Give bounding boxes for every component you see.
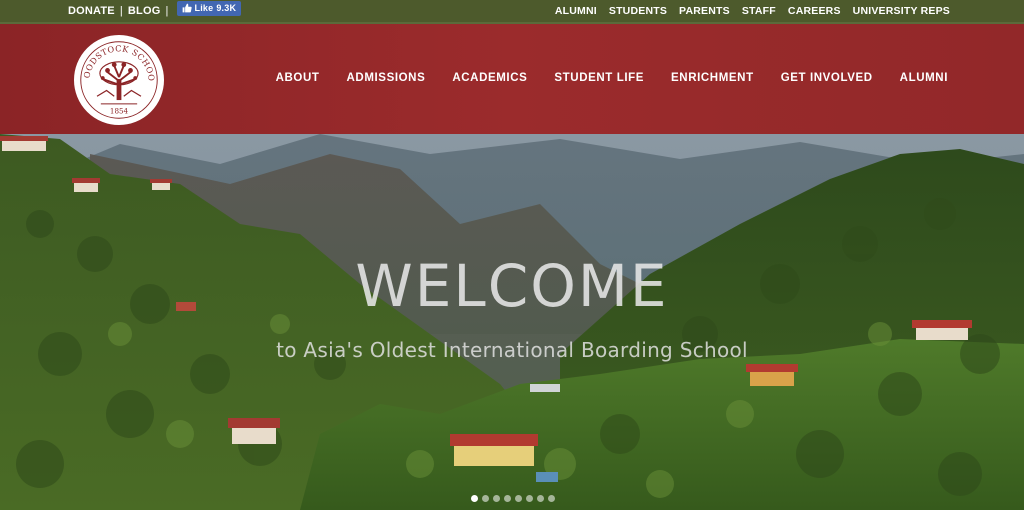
audience-link-students[interactable]: STUDENTS [609, 5, 667, 17]
nav-academics[interactable]: ACADEMICS [452, 72, 527, 84]
site-header: WOODSTOCK SCHOOL 1854 ABOUT ADMISSIONS A… [0, 24, 1024, 134]
thumbs-up-icon [182, 3, 192, 13]
slide-dot-7[interactable] [537, 495, 544, 502]
school-logo[interactable]: WOODSTOCK SCHOOL 1854 [72, 29, 164, 125]
nav-get-involved[interactable]: GET INVOLVED [781, 72, 873, 84]
slide-dot-3[interactable] [493, 495, 500, 502]
nav-enrichment[interactable]: ENRICHMENT [671, 72, 754, 84]
slide-dot-1[interactable] [471, 495, 478, 502]
slide-dot-5[interactable] [515, 495, 522, 502]
hero-slider: WELCOME to Asia's Oldest International B… [0, 134, 1024, 510]
utility-bar: DONATE | BLOG | Like 9.3K ALUMNI STUDENT… [0, 0, 1024, 22]
slide-dot-2[interactable] [482, 495, 489, 502]
audience-link-careers[interactable]: CAREERS [788, 5, 841, 17]
nav-student-life[interactable]: STUDENT LIFE [554, 72, 644, 84]
slide-dot-4[interactable] [504, 495, 511, 502]
nav-alumni[interactable]: ALUMNI [900, 72, 948, 84]
audience-link-staff[interactable]: STAFF [742, 5, 776, 17]
logo-year: 1854 [110, 106, 129, 115]
fb-like-count: 9.3K [216, 3, 237, 13]
utility-left: DONATE | BLOG | Like 9.3K [68, 0, 242, 17]
hero-subheading: to Asia's Oldest International Boarding … [276, 338, 748, 362]
nav-admissions[interactable]: ADMISSIONS [347, 72, 426, 84]
audience-link-parents[interactable]: PARENTS [679, 5, 730, 17]
hero-background-image [0, 134, 1024, 510]
slide-dot-6[interactable] [526, 495, 533, 502]
fb-like-label: Like [194, 3, 214, 13]
hero-heading: WELCOME [355, 252, 669, 320]
tree-crest-icon: WOODSTOCK SCHOOL 1854 [72, 29, 161, 122]
donate-link[interactable]: DONATE [68, 5, 115, 17]
nav-about[interactable]: ABOUT [276, 72, 320, 84]
slider-pagination [471, 495, 555, 502]
separator: | [165, 5, 169, 17]
separator: | [119, 5, 123, 17]
audience-nav: ALUMNI STUDENTS PARENTS STAFF CAREERS UN… [555, 5, 950, 17]
audience-link-alumni[interactable]: ALUMNI [555, 5, 597, 17]
audience-link-university-reps[interactable]: UNIVERSITY REPS [853, 5, 950, 17]
facebook-like-button[interactable]: Like 9.3K [176, 0, 242, 16]
slide-dot-8[interactable] [548, 495, 555, 502]
main-nav: ABOUT ADMISSIONS ACADEMICS STUDENT LIFE … [276, 72, 948, 84]
blog-link[interactable]: BLOG [128, 5, 161, 17]
